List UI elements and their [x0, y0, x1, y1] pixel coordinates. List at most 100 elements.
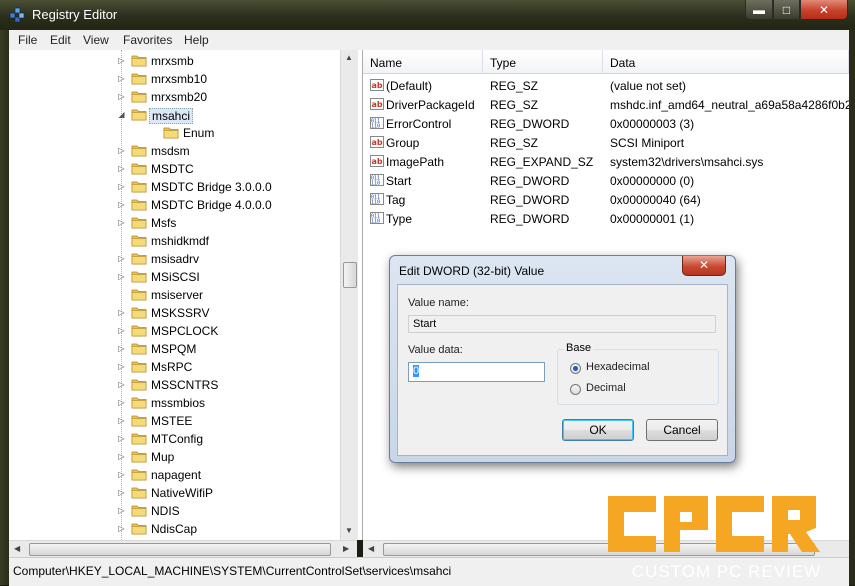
expand-arrow-icon[interactable]: ▷	[117, 362, 126, 371]
expand-arrow-icon[interactable]: ▷	[117, 470, 126, 479]
tree-item-label[interactable]: MSDTC Bridge 3.0.0.0	[149, 180, 274, 194]
value-row[interactable]: 011 110 Tag REG_DWORD 0x00000040 (64)	[363, 190, 849, 209]
tree-item[interactable]: ▷ MTConfig	[9, 430, 344, 448]
tree-item[interactable]: ▷ msisadrv	[9, 250, 344, 268]
tree-item-label[interactable]: NativeWifiP	[149, 486, 215, 500]
cancel-button[interactable]: Cancel	[646, 419, 718, 441]
close-button[interactable]: ✕	[800, 0, 848, 20]
tree-item-label[interactable]: msdsm	[149, 144, 192, 158]
tree-item[interactable]: ▷ msdsm	[9, 142, 344, 160]
tree-item-label[interactable]: msahci	[149, 108, 194, 124]
tree-item[interactable]: ▷ MSDTC Bridge 3.0.0.0	[9, 178, 344, 196]
column-header-data[interactable]: Data	[603, 50, 849, 74]
expand-arrow-icon[interactable]: ▷	[117, 398, 126, 407]
tree-horizontal-scrollbar[interactable]: ◀ ▶	[9, 540, 357, 558]
expand-arrow-icon[interactable]: ▷	[117, 218, 126, 227]
expand-arrow-icon[interactable]: ▷	[117, 380, 126, 389]
tree-item-label[interactable]: Msfs	[149, 216, 178, 230]
tree-item[interactable]: ▷ mrxsmb20	[9, 88, 344, 106]
expand-arrow-icon[interactable]: ▷	[117, 146, 126, 155]
tree-item[interactable]: ▷ NdisCap	[9, 520, 344, 538]
collapse-arrow-icon[interactable]: ◢	[117, 110, 126, 119]
ok-button[interactable]: OK	[562, 419, 634, 441]
values-hscroll-thumb[interactable]	[383, 543, 815, 556]
value-row[interactable]: 011 110 ErrorControl REG_DWORD 0x00000003 (3…	[363, 114, 849, 133]
tree-item[interactable]: Enum	[9, 124, 344, 142]
expand-arrow-icon[interactable]: ▷	[117, 164, 126, 173]
expand-arrow-icon[interactable]: ▷	[117, 272, 126, 281]
values-scroll-left-arrow-icon[interactable]: ◀	[368, 544, 374, 553]
tree-item-label[interactable]: mrxsmb	[149, 54, 196, 68]
expand-arrow-icon[interactable]: ▷	[117, 488, 126, 497]
tree-item-label[interactable]: NDIS	[149, 504, 182, 518]
expand-arrow-icon[interactable]: ▷	[117, 56, 126, 65]
scroll-left-arrow-icon[interactable]: ◀	[14, 544, 20, 553]
tree-item-label[interactable]: msisadrv	[149, 252, 201, 266]
tree-item-label[interactable]: Mup	[149, 450, 176, 464]
tree-item[interactable]: mshidkmdf	[9, 232, 344, 250]
scroll-right-arrow-icon[interactable]: ▶	[343, 544, 349, 553]
expand-arrow-icon[interactable]: ▷	[117, 74, 126, 83]
value-row[interactable]: 011 110 Start REG_DWORD 0x00000000 (0)	[363, 171, 849, 190]
tree-item[interactable]: ▷ MSPCLOCK	[9, 322, 344, 340]
tree-item[interactable]: ▷ MSDTC	[9, 160, 344, 178]
tree-item[interactable]: ▷ Msfs	[9, 214, 344, 232]
tree-item-label[interactable]: MSKSSRV	[149, 306, 211, 320]
tree-item-label[interactable]: mrxsmb20	[149, 90, 209, 104]
menu-help[interactable]: Help	[184, 33, 209, 47]
tree-item-label[interactable]: MSiSCSI	[149, 270, 202, 284]
tree-item[interactable]: msiserver	[9, 286, 344, 304]
tree-item-label[interactable]: mshidkmdf	[149, 234, 211, 248]
tree-item-label[interactable]: NdisCap	[149, 522, 199, 536]
tree-item[interactable]: ▷ MSSCNTRS	[9, 376, 344, 394]
expand-arrow-icon[interactable]: ▷	[117, 326, 126, 335]
decimal-radio[interactable]	[570, 384, 581, 395]
tree-item[interactable]: ▷ NativeWifiP	[9, 484, 344, 502]
tree-item-label[interactable]: Enum	[181, 126, 216, 140]
tree-item[interactable]: ◢ msahci	[9, 106, 344, 124]
tree-item-label[interactable]: MSDTC	[149, 162, 196, 176]
menu-view[interactable]: View	[83, 33, 109, 47]
expand-arrow-icon[interactable]: ▷	[117, 344, 126, 353]
tree-item-label[interactable]: MsRPC	[149, 360, 194, 374]
tree-item[interactable]: ▷ mrxsmb	[9, 52, 344, 70]
column-header-type[interactable]: Type	[483, 50, 603, 74]
expand-arrow-icon[interactable]: ▷	[117, 182, 126, 191]
hexadecimal-radio[interactable]	[570, 363, 581, 374]
value-name-field[interactable]: Start	[408, 315, 716, 333]
expand-arrow-icon[interactable]: ▷	[117, 506, 126, 515]
expand-arrow-icon[interactable]: ▷	[117, 416, 126, 425]
expand-arrow-icon[interactable]: ▷	[117, 452, 126, 461]
tree-scroll-thumb[interactable]	[343, 262, 357, 288]
maximize-button[interactable]: □	[773, 0, 800, 20]
tree-item-label[interactable]: napagent	[149, 468, 203, 482]
values-horizontal-scrollbar[interactable]: ◀	[363, 540, 849, 558]
tree-item[interactable]: ▷ MSKSSRV	[9, 304, 344, 322]
tree-item[interactable]: ▷ mssmbios	[9, 394, 344, 412]
scroll-up-arrow-icon[interactable]: ▲	[345, 53, 353, 62]
tree-item[interactable]: ▷ NDIS	[9, 502, 344, 520]
title-bar[interactable]: Registry Editor ▬ □ ✕	[0, 0, 855, 30]
tree-item-label[interactable]: mssmbios	[149, 396, 207, 410]
tree-item-label[interactable]: mrxsmb10	[149, 72, 209, 86]
value-row[interactable]: ab (Default) REG_SZ (value not set)	[363, 76, 849, 95]
tree-item-label[interactable]: MSPCLOCK	[149, 324, 220, 338]
value-row[interactable]: ab Group REG_SZ SCSI Miniport	[363, 133, 849, 152]
column-header-name[interactable]: Name	[363, 50, 483, 74]
expand-arrow-icon[interactable]: ▷	[117, 92, 126, 101]
menu-edit[interactable]: Edit	[50, 33, 71, 47]
expand-arrow-icon[interactable]: ▷	[117, 308, 126, 317]
expand-arrow-icon[interactable]: ▷	[117, 524, 126, 533]
tree-item[interactable]: ▷ MSPQM	[9, 340, 344, 358]
tree-item-label[interactable]: MTConfig	[149, 432, 205, 446]
tree-item-label[interactable]: MSPQM	[149, 342, 198, 356]
scroll-down-arrow-icon[interactable]: ▼	[345, 526, 353, 535]
menu-favorites[interactable]: Favorites	[123, 33, 172, 47]
expand-arrow-icon[interactable]: ▷	[117, 200, 126, 209]
key-tree-pane[interactable]: ▷ mrxsmb ▷ mrxsmb10 ▷ mrxsmb20 ◢ msahci Enum ▷ msd…	[9, 50, 363, 540]
decimal-label[interactable]: Decimal	[586, 382, 626, 394]
tree-hscroll-thumb[interactable]	[29, 543, 331, 556]
tree-item[interactable]: ▷ napagent	[9, 466, 344, 484]
tree-item[interactable]: ▷ MSDTC Bridge 4.0.0.0	[9, 196, 344, 214]
value-row[interactable]: ab ImagePath REG_EXPAND_SZ system32\drivers…	[363, 152, 849, 171]
